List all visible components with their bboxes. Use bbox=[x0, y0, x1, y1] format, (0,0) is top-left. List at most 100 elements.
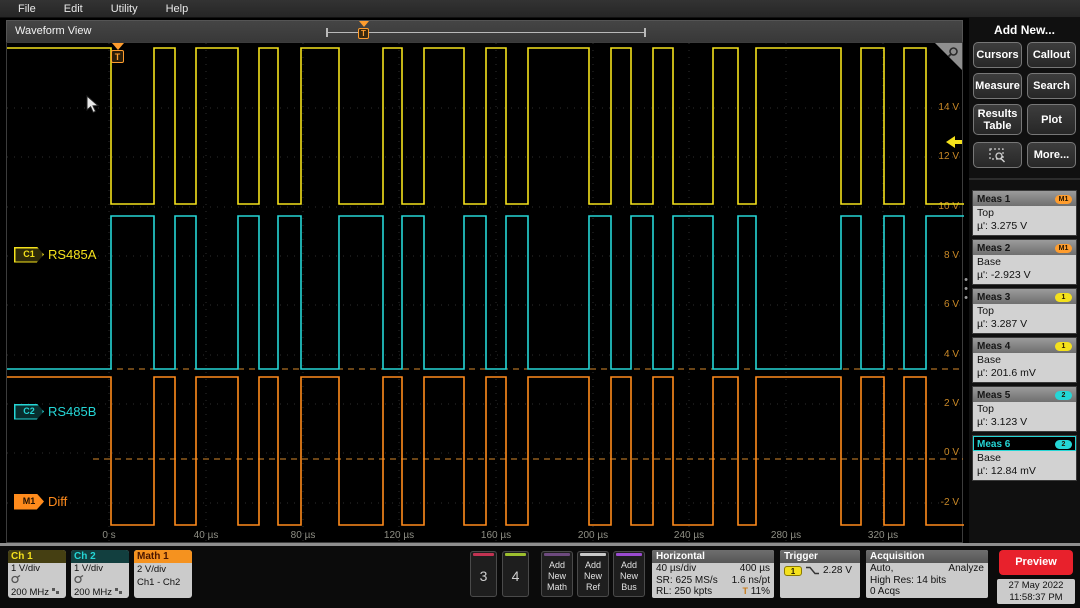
waveform-display[interactable]: 14 V12 V10 V8 V6 V4 V2 V0 V-2 V0 s40 µs8… bbox=[6, 42, 963, 543]
meas-6-value: µ': 12.84 mV bbox=[977, 465, 1072, 478]
callout-button[interactable]: Callout bbox=[1027, 42, 1076, 68]
meas-2-name: Meas 2 bbox=[977, 243, 1010, 254]
meas-3-name: Meas 3 bbox=[977, 292, 1010, 303]
menu-help[interactable]: Help bbox=[166, 3, 189, 15]
meas-3-card[interactable]: Meas 3 1 Top µ': 3.287 V bbox=[972, 288, 1077, 334]
add-new-title: Add New... bbox=[969, 18, 1080, 37]
math1-trace bbox=[7, 377, 964, 525]
trigger-position-icon[interactable]: T bbox=[358, 28, 369, 39]
menu-file[interactable]: File bbox=[18, 3, 36, 15]
menu-bar: File Edit Utility Help bbox=[0, 0, 1080, 18]
plot-button[interactable]: Plot bbox=[1027, 104, 1076, 135]
ch2-badge-title: Ch 2 bbox=[71, 550, 129, 563]
falling-edge-icon bbox=[806, 566, 819, 575]
math1-source: Ch1 - Ch2 bbox=[137, 576, 189, 589]
meas-4-type: Base bbox=[977, 354, 1072, 367]
record-length: RL: 250 kpts bbox=[656, 586, 712, 598]
meas-4-value: µ': 201.6 mV bbox=[977, 367, 1072, 380]
waveform-canvas bbox=[7, 43, 964, 544]
trigger-position-t-icon: T bbox=[742, 586, 748, 596]
channel-label-ch2[interactable]: C2 RS485B bbox=[14, 403, 96, 420]
acquisition-detail: High Res: 14 bits bbox=[870, 575, 946, 587]
ref-color-stripe bbox=[580, 553, 606, 556]
bus-color-stripe bbox=[616, 553, 642, 556]
zoom-box-icon bbox=[989, 148, 1007, 163]
meas-1-card[interactable]: Meas 1 M1 Top µ': 3.275 V bbox=[972, 190, 1077, 236]
trigger-level-arrow-icon[interactable] bbox=[946, 135, 962, 149]
tab-waveform-view[interactable]: Waveform View bbox=[15, 25, 91, 37]
meas-2-type: Base bbox=[977, 256, 1072, 269]
right-panel: Add New... Cursors Callout Measure Searc… bbox=[969, 18, 1080, 543]
zoom-box-button[interactable] bbox=[973, 142, 1022, 168]
meas-3-type: Top bbox=[977, 305, 1072, 318]
ch1-bandwidth: 200 MHz bbox=[11, 587, 49, 598]
record-view-bracket[interactable]: T bbox=[326, 28, 646, 37]
add-new-math-label: Add New Math bbox=[542, 560, 572, 593]
acquisition-analyze: Analyze bbox=[948, 563, 984, 575]
math1-badge[interactable]: M1 bbox=[14, 494, 44, 510]
meas-3-source-badge: 1 bbox=[1055, 293, 1072, 302]
ch2-trace bbox=[7, 216, 964, 369]
tab-strip: Waveform View T bbox=[6, 20, 963, 42]
search-button[interactable]: Search bbox=[1027, 73, 1076, 99]
trigger-marker-triangle-icon bbox=[112, 43, 124, 50]
ch4-color-stripe bbox=[505, 553, 526, 556]
meas-5-source-badge: 2 bbox=[1055, 391, 1072, 400]
channel-label-math1[interactable]: M1 Diff bbox=[14, 493, 67, 510]
meas-5-card[interactable]: Meas 5 2 Top µ': 3.123 V bbox=[972, 386, 1077, 432]
math1-settings-badge[interactable]: Math 1 2 V/div Ch1 - Ch2 bbox=[134, 550, 192, 598]
ch4-button[interactable]: 4 bbox=[502, 551, 529, 597]
ch1-badge[interactable]: C1 bbox=[14, 247, 44, 263]
horizontal-span: 400 µs bbox=[740, 563, 770, 575]
trigger-position-percent: 11% bbox=[751, 586, 770, 597]
meas-2-value: µ': -2.923 V bbox=[977, 269, 1072, 282]
date-text: 27 May 2022 bbox=[997, 580, 1075, 592]
ch4-label: 4 bbox=[503, 568, 528, 584]
results-table-button[interactable]: Results Table bbox=[973, 104, 1022, 135]
meas-6-name: Meas 6 bbox=[977, 439, 1010, 450]
ch1-trace bbox=[7, 48, 964, 204]
ch1-scale: 1 V/div bbox=[11, 563, 63, 575]
menu-edit[interactable]: Edit bbox=[64, 3, 83, 15]
trigger-position-arrow-icon bbox=[359, 21, 369, 27]
ch1-settings-badge[interactable]: Ch 1 1 V/div 200 MHz bbox=[8, 550, 66, 598]
time-text: 11:58:37 PM bbox=[997, 592, 1075, 604]
add-new-bus-button[interactable]: Add New Bus bbox=[613, 551, 645, 597]
measure-button[interactable]: Measure bbox=[973, 73, 1022, 99]
ch1-badge-title: Ch 1 bbox=[8, 550, 66, 563]
acquisition-panel[interactable]: Acquisition Auto,Analyze High Res: 14 bi… bbox=[866, 550, 988, 598]
trigger-marker-t-icon: T bbox=[111, 50, 124, 63]
panel-separator bbox=[969, 178, 1080, 180]
measurement-list: Meas 1 M1 Top µ': 3.275 V Meas 2 M1 Base… bbox=[972, 190, 1077, 484]
meas-3-value: µ': 3.287 V bbox=[977, 318, 1072, 331]
menu-utility[interactable]: Utility bbox=[111, 3, 138, 15]
resolution: 1.6 ns/pt bbox=[732, 575, 770, 587]
datetime-display: 27 May 2022 11:58:37 PM bbox=[997, 579, 1075, 604]
add-new-ref-button[interactable]: Add New Ref bbox=[577, 551, 609, 597]
cursors-button[interactable]: Cursors bbox=[973, 42, 1022, 68]
more-button[interactable]: More... bbox=[1027, 142, 1076, 168]
meas-2-card[interactable]: Meas 2 M1 Base µ': -2.923 V bbox=[972, 239, 1077, 285]
add-new-math-button[interactable]: Add New Math bbox=[541, 551, 573, 597]
channel-label-ch1[interactable]: C1 RS485A bbox=[14, 246, 96, 263]
preview-button[interactable]: Preview bbox=[999, 550, 1073, 575]
ch1-label-text: RS485A bbox=[48, 247, 96, 262]
meas-4-source-badge: 1 bbox=[1055, 342, 1072, 351]
trigger-panel[interactable]: Trigger 1 2.28 V bbox=[780, 550, 860, 598]
bottom-bar: Ch 1 1 V/div 200 MHz Ch 2 1 V/div 200 MH… bbox=[0, 546, 1080, 608]
record-view-bar bbox=[328, 32, 644, 33]
meas-5-name: Meas 5 bbox=[977, 390, 1010, 401]
horizontal-title: Horizontal bbox=[652, 550, 774, 563]
trigger-level: 2.28 V bbox=[823, 565, 852, 577]
meas-6-card[interactable]: Meas 6 2 Base µ': 12.84 mV bbox=[972, 435, 1077, 481]
add-new-bus-label: Add New Bus bbox=[614, 560, 644, 593]
ch2-settings-badge[interactable]: Ch 2 1 V/div 200 MHz bbox=[71, 550, 129, 598]
meas-4-card[interactable]: Meas 4 1 Base µ': 201.6 mV bbox=[972, 337, 1077, 383]
panel-divider-handle[interactable]: ••• bbox=[963, 276, 969, 306]
meas-1-type: Top bbox=[977, 207, 1072, 220]
oscilloscope-app: File Edit Utility Help Waveform View T 1… bbox=[0, 0, 1080, 608]
ch3-button[interactable]: 3 bbox=[470, 551, 497, 597]
ch2-badge[interactable]: C2 bbox=[14, 404, 44, 420]
trigger-marker[interactable]: T bbox=[110, 43, 125, 63]
horizontal-panel[interactable]: Horizontal 40 µs/div400 µs SR: 625 MS/s1… bbox=[652, 550, 774, 598]
